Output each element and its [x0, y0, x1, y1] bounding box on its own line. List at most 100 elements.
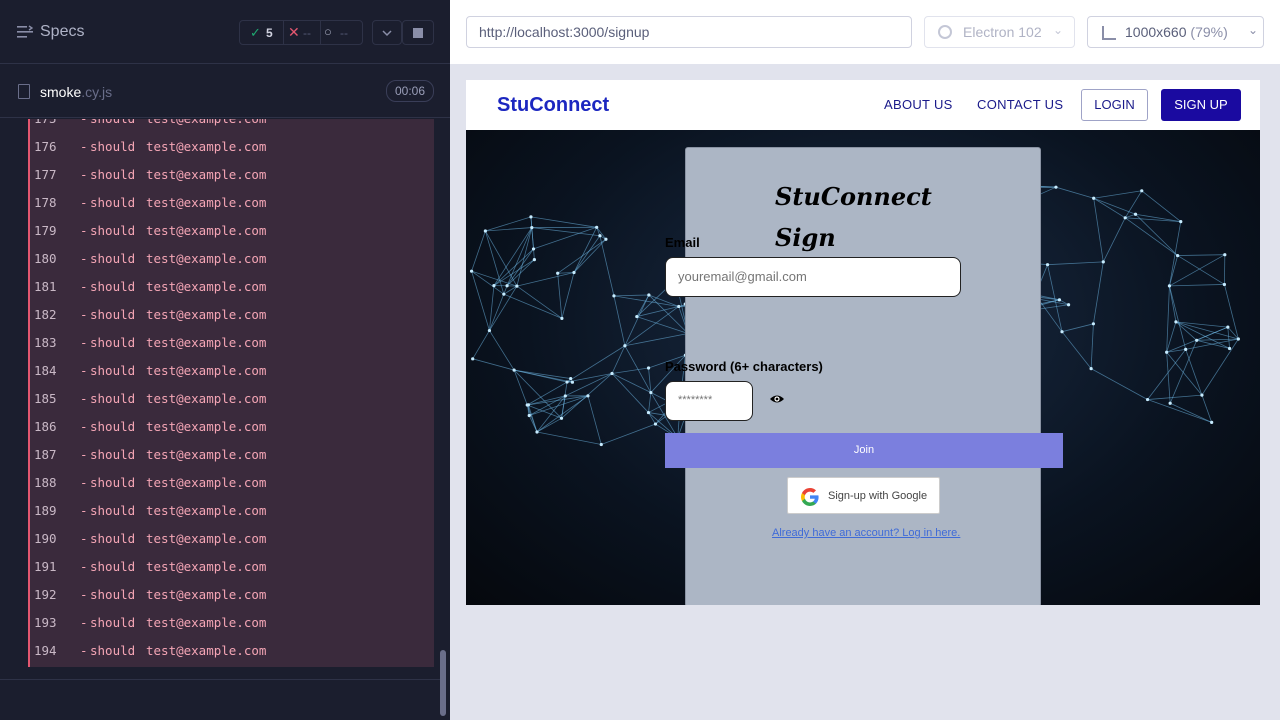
log-value: test@example.com [146, 195, 267, 210]
log-line[interactable]: 193 - should test@example.com [30, 609, 434, 637]
log-line[interactable]: 190 - should test@example.com [30, 525, 434, 553]
log-command: should [90, 119, 135, 126]
chevron-down-icon [382, 30, 392, 37]
log-value: test@example.com [146, 335, 267, 350]
google-signup-button[interactable]: Sign-up with Google [787, 477, 940, 514]
specs-title[interactable]: Specs [40, 23, 84, 41]
log-command: should [90, 307, 136, 322]
log-line[interactable]: 175 -should test@example.com [30, 119, 434, 133]
log-line[interactable]: 189 - should test@example.com [30, 497, 434, 525]
log-dash: - [80, 531, 88, 546]
log-dash: - [80, 447, 88, 462]
log-dash: - [80, 587, 88, 602]
log-line-number: 180 [34, 251, 57, 266]
log-command: should [90, 587, 136, 602]
brand-logo[interactable]: StuConnect [497, 94, 609, 117]
electron-icon [938, 25, 952, 39]
log-line-number: 176 [34, 139, 57, 154]
login-button[interactable]: LOGIN [1081, 89, 1148, 121]
spec-file-row[interactable]: smoke.cy.js 00:06 [0, 64, 450, 118]
log-line-number: 188 [34, 475, 57, 490]
log-command: should [90, 503, 136, 518]
log-line[interactable]: 188 - should test@example.com [30, 469, 434, 497]
log-line[interactable]: 182 - should test@example.com [30, 301, 434, 329]
log-line-number: 189 [34, 503, 57, 518]
chevron-down-icon: ⌄ [1248, 23, 1259, 37]
log-line[interactable]: 185 - should test@example.com [30, 385, 434, 413]
signup-button[interactable]: SIGN UP [1161, 89, 1241, 121]
viewport-label: 1000x660 (79%) [1125, 24, 1228, 40]
pending-icon: ○ [324, 24, 332, 39]
log-dash: - [80, 167, 88, 182]
log-line-number: 178 [34, 195, 57, 210]
log-dash: - [80, 475, 88, 490]
log-dash: - [80, 223, 88, 238]
log-line-number: 185 [34, 391, 57, 406]
log-value: test@example.com [146, 503, 267, 518]
log-command: should [90, 447, 136, 462]
url-bar[interactable]: http://localhost:3000/signup [466, 16, 912, 48]
log-line-number: 191 [34, 559, 57, 574]
log-command: should [90, 643, 136, 658]
log-line[interactable]: 191 - should test@example.com [30, 553, 434, 581]
email-label: Email [665, 235, 700, 250]
nav-about-link[interactable]: ABOUT US [884, 97, 953, 112]
log-value: test@example.com [146, 419, 267, 434]
spec-file-name: smoke.cy.js [40, 84, 113, 100]
log-command: should [90, 251, 136, 266]
log-line-number: 179 [34, 223, 57, 238]
log-value: test@example.com [146, 559, 267, 574]
log-line[interactable]: 176 - should test@example.com [30, 133, 434, 161]
log-scrollbar[interactable] [440, 650, 446, 716]
log-line[interactable]: 186 - should test@example.com [30, 413, 434, 441]
log-line[interactable]: 194 - should test@example.com [30, 637, 434, 665]
password-field[interactable]: ******** [665, 381, 753, 421]
join-button[interactable]: Join [665, 433, 1063, 468]
log-line[interactable]: 187 - should test@example.com [30, 441, 434, 469]
log-command: should [90, 139, 136, 154]
log-line[interactable]: 180 - should test@example.com [30, 245, 434, 273]
dropdown-button[interactable] [372, 20, 402, 45]
test-stats: ✓ 5 ✕ -- ○ -- [239, 20, 363, 45]
google-signup-label: Sign-up with Google [828, 490, 928, 502]
log-line[interactable]: 178 - should test@example.com [30, 189, 434, 217]
browser-selector[interactable]: Electron 102 ⌄ [924, 16, 1075, 48]
passed-value: 5 [266, 26, 273, 40]
log-line-number: 181 [34, 279, 57, 294]
log-command: should [90, 615, 136, 630]
failed-count: ✕ -- [284, 21, 321, 44]
log-command: should [90, 391, 136, 406]
log-dash: - [80, 559, 88, 574]
log-line-number: 177 [34, 167, 57, 182]
log-line[interactable]: 184 - should test@example.com [30, 357, 434, 385]
nav-contact-link[interactable]: CONTACT US [977, 97, 1063, 112]
email-field[interactable]: youremail@gmail.com [665, 257, 961, 297]
log-line[interactable]: 179 - should test@example.com [30, 217, 434, 245]
log-line-number: 186 [34, 419, 57, 434]
x-icon: ✕ [288, 24, 300, 40]
check-icon: ✓ [250, 25, 261, 40]
stop-button[interactable] [402, 20, 434, 45]
log-command: should [90, 475, 136, 490]
login-link[interactable]: Already have an account? Log in here. [772, 527, 960, 539]
log-line[interactable]: 183 - should test@example.com [30, 329, 434, 357]
log-dash: - [80, 503, 88, 518]
specs-list-icon[interactable] [17, 25, 33, 39]
stop-icon [413, 28, 423, 38]
log-line-number: 194 [34, 643, 57, 658]
log-line[interactable]: 181 - should test@example.com [30, 273, 434, 301]
eye-icon[interactable] [769, 393, 785, 405]
specs-header: Specs ✓ 5 ✕ -- ○ -- [0, 0, 450, 64]
log-dash: - [80, 279, 88, 294]
log-line[interactable]: 192 - should test@example.com [30, 581, 434, 609]
log-line-number: 183 [34, 335, 57, 350]
passed-count: ✓ 5 [240, 21, 284, 44]
log-line[interactable]: 177 - should test@example.com [30, 161, 434, 189]
divider [0, 679, 440, 680]
log-value: test@example.com [146, 279, 267, 294]
log-command: should [90, 419, 136, 434]
viewport-selector[interactable]: 1000x660 (79%) ⌄ [1087, 16, 1264, 48]
preview-panel: http://localhost:3000/signup Electron 10… [450, 0, 1280, 720]
log-line-number: 193 [34, 615, 57, 630]
log-dash: - [80, 195, 88, 210]
